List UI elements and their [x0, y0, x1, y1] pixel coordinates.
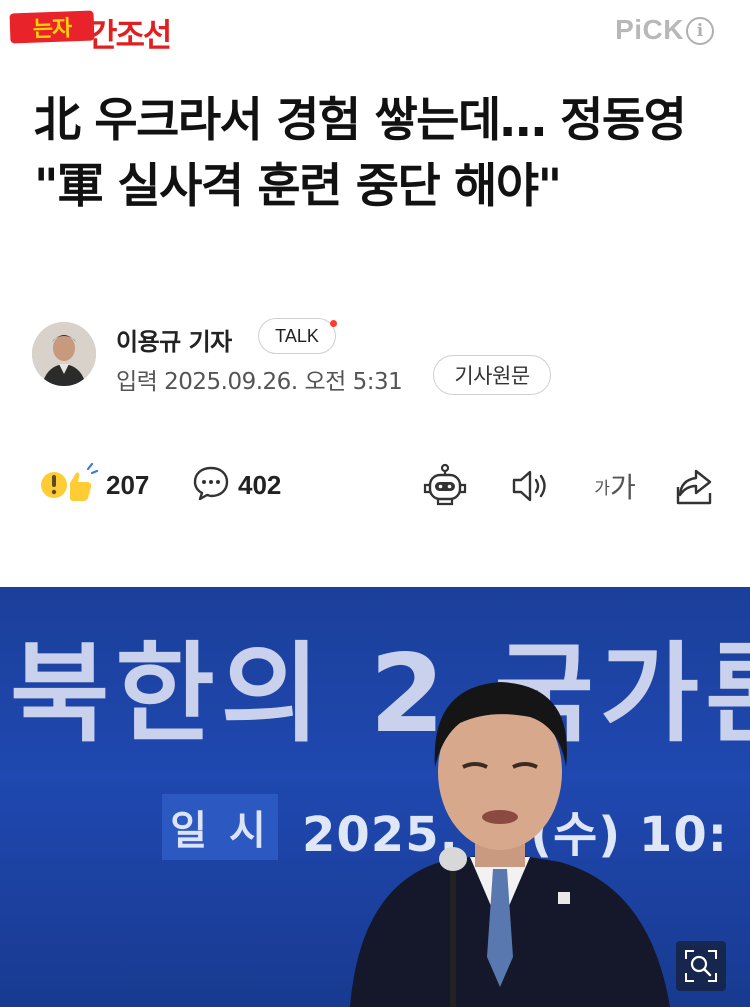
zoom-icon[interactable] [676, 941, 726, 991]
info-icon[interactable]: i [686, 17, 714, 45]
reporter-avatar[interactable] [32, 322, 96, 386]
share-icon[interactable] [672, 463, 718, 509]
comment-icon [192, 464, 230, 506]
article-page: 간조선 는자 PiCK i 北 우크라서 경험 쌓는데… 정동영 "軍 실사격 … [0, 0, 750, 1007]
byline: 이용규 기자 TALK 입력 2025.09.26. 오전 5:31 기사원문 [32, 318, 722, 398]
reaction-button[interactable]: 207 [38, 455, 149, 515]
logo-text: 간조선 [88, 16, 172, 54]
top-bar: 간조선 는자 PiCK i [0, 0, 750, 70]
robot-icon[interactable] [422, 463, 468, 509]
comment-count: 402 [238, 469, 282, 500]
talk-button[interactable]: TALK [258, 318, 336, 354]
reaction-count: 207 [106, 469, 150, 500]
action-bar: 207 402 가 가 [0, 455, 750, 515]
reporter-name[interactable]: 이용규 기자 [116, 322, 232, 357]
font-size-icon[interactable]: 가 가 [590, 463, 640, 509]
talk-notification-dot [330, 320, 337, 327]
publish-date: 입력 2025.09.26. 오전 5:31 [116, 369, 403, 395]
speaker-icon[interactable] [508, 463, 554, 509]
logo-sticker: 는자 [9, 10, 95, 44]
pick-label: PiCK [615, 14, 684, 45]
article-photo[interactable]: 북한의 2 국가론 일 시 2025. 4.(수) 10: [0, 587, 750, 1007]
font-size-big: 가 [609, 471, 636, 504]
speaker-figure [330, 657, 710, 1007]
font-size-small: 가 [594, 478, 610, 499]
comment-button[interactable]: 402 [192, 455, 281, 515]
article-headline: 北 우크라서 경험 쌓는데… 정동영 "軍 실사격 훈련 중단 해야" [34, 93, 687, 214]
photo-date-box: 일 시 [162, 794, 278, 860]
original-article-button[interactable]: 기사원문 [433, 355, 551, 395]
reaction-icon [38, 461, 99, 509]
